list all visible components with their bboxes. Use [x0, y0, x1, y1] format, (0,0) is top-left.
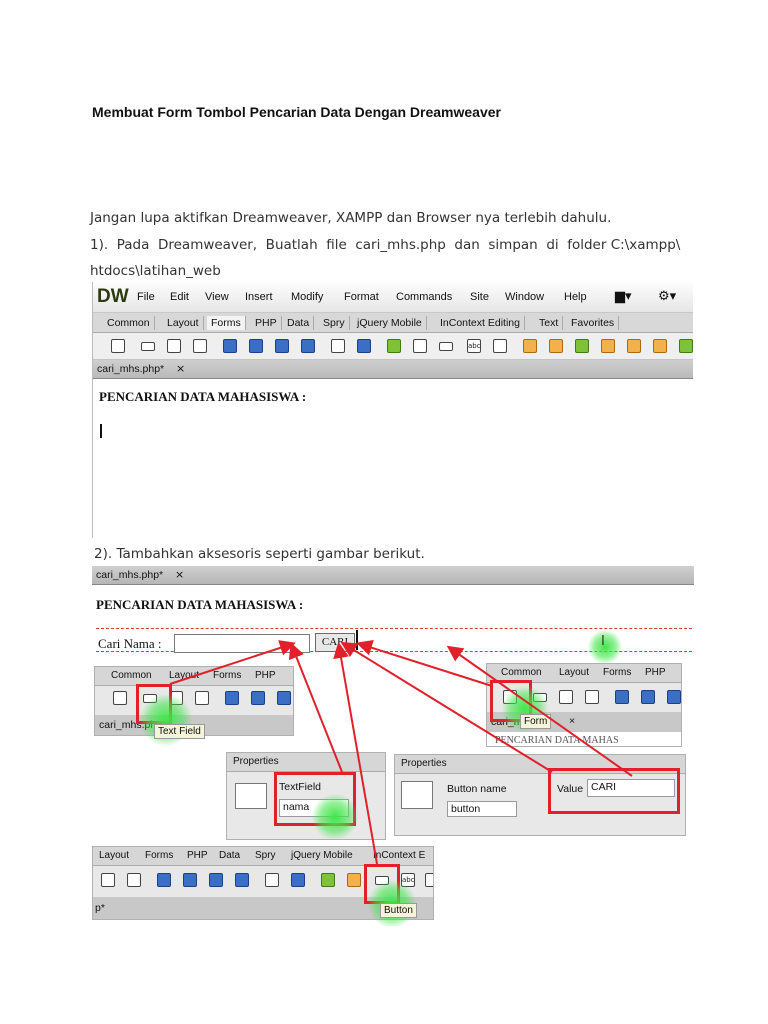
menu-file[interactable]: File — [137, 291, 155, 303]
tab-jquery-mobile[interactable]: jQuery Mobile — [353, 316, 427, 330]
menu-modify[interactable]: Modify — [291, 291, 323, 303]
tab-php[interactable]: PHP — [251, 316, 282, 330]
spry-password-icon[interactable] — [627, 339, 641, 353]
textarea-icon[interactable] — [193, 339, 207, 353]
tab-data[interactable]: Data — [283, 316, 315, 330]
step1-line2: htdocs\latihan_web — [90, 263, 221, 279]
arrow-props2-to-cari — [340, 641, 553, 773]
text-cursor — [100, 424, 102, 438]
menu-help[interactable]: Help — [564, 291, 587, 303]
spry-textfield-icon[interactable] — [523, 339, 537, 353]
checkbox-icon[interactable] — [223, 339, 237, 353]
annotation-arrows — [169, 640, 633, 865]
spry-radio-icon[interactable] — [679, 339, 693, 353]
document-tab-bar: cari_mhs.php* × — [93, 360, 693, 379]
spry-textarea-icon[interactable] — [549, 339, 563, 353]
image-field-icon[interactable] — [387, 339, 401, 353]
menu-window[interactable]: Window — [505, 291, 544, 303]
checkbox-group-icon[interactable] — [249, 339, 263, 353]
menu-bar: DW File Edit View Insert Modify Format C… — [93, 282, 693, 313]
arrow-props1-to-textfield — [288, 642, 343, 773]
dreamweaver-screenshot-1: DW File Edit View Insert Modify Format C… — [92, 282, 693, 538]
arrow-button-to-cari — [333, 642, 378, 865]
forms-iconbar: abc — [93, 333, 693, 360]
label-icon[interactable]: abc — [467, 339, 481, 353]
menu-insert[interactable]: Insert — [245, 291, 273, 303]
intro-paragraph: Jangan lupa aktifkan Dreamweaver, XAMPP … — [90, 210, 612, 226]
fieldset-icon[interactable] — [493, 339, 507, 353]
insert-tabbar: Common Layout Forms PHP Data Spry jQuery… — [93, 313, 693, 333]
layout-icon[interactable]: ▆▾ — [615, 288, 632, 304]
spry-select-icon[interactable] — [601, 339, 615, 353]
tab-favorites[interactable]: Favorites — [567, 316, 620, 330]
dw-logo: DW — [97, 286, 129, 307]
step1-line1: 1). Pada Dreamweaver, Buatlah file cari_… — [90, 237, 681, 253]
button-icon[interactable] — [439, 342, 453, 351]
gear-icon[interactable]: ⚙▾ — [658, 288, 676, 304]
hidden-field-icon[interactable] — [167, 339, 181, 353]
radio-group-icon[interactable] — [301, 339, 315, 353]
radio-icon[interactable] — [275, 339, 289, 353]
close-icon[interactable]: × — [176, 362, 185, 375]
menu-site[interactable]: Site — [470, 291, 489, 303]
arrow-value-to-formline — [446, 645, 633, 777]
menu-commands[interactable]: Commands — [396, 291, 452, 303]
textfield-icon[interactable] — [141, 342, 155, 351]
step2-paragraph: 2). Tambahkan aksesoris seperti gambar b… — [94, 546, 425, 562]
select-list-icon[interactable] — [331, 339, 345, 353]
menu-format[interactable]: Format — [344, 291, 379, 303]
document-title: Membuat Form Tombol Pencarian Data Denga… — [92, 104, 501, 120]
menu-view[interactable]: View — [205, 291, 229, 303]
tab-text[interactable]: Text — [535, 316, 564, 330]
tab-layout[interactable]: Layout — [163, 316, 204, 330]
tab-forms[interactable]: Forms — [207, 316, 246, 330]
document-tab[interactable]: cari_mhs.php* — [97, 363, 164, 375]
tab-incontext-editing[interactable]: InContext Editing — [436, 316, 525, 330]
dreamweaver-screenshot-2: cari_mhs.php* × PENCARIAN DATA MAHASISWA… — [92, 566, 694, 926]
jump-menu-icon[interactable] — [357, 339, 371, 353]
file-field-icon[interactable] — [413, 339, 427, 353]
arrow-textfield-to-form — [169, 640, 296, 685]
tab-spry[interactable]: Spry — [319, 316, 350, 330]
page-heading: PENCARIAN DATA MAHASISWA : — [99, 389, 307, 404]
menu-edit[interactable]: Edit — [170, 291, 189, 303]
spry-checkbox-icon[interactable] — [575, 339, 589, 353]
tab-common[interactable]: Common — [103, 316, 155, 330]
form-icon[interactable] — [111, 339, 125, 353]
spry-confirm-icon[interactable] — [653, 339, 667, 353]
